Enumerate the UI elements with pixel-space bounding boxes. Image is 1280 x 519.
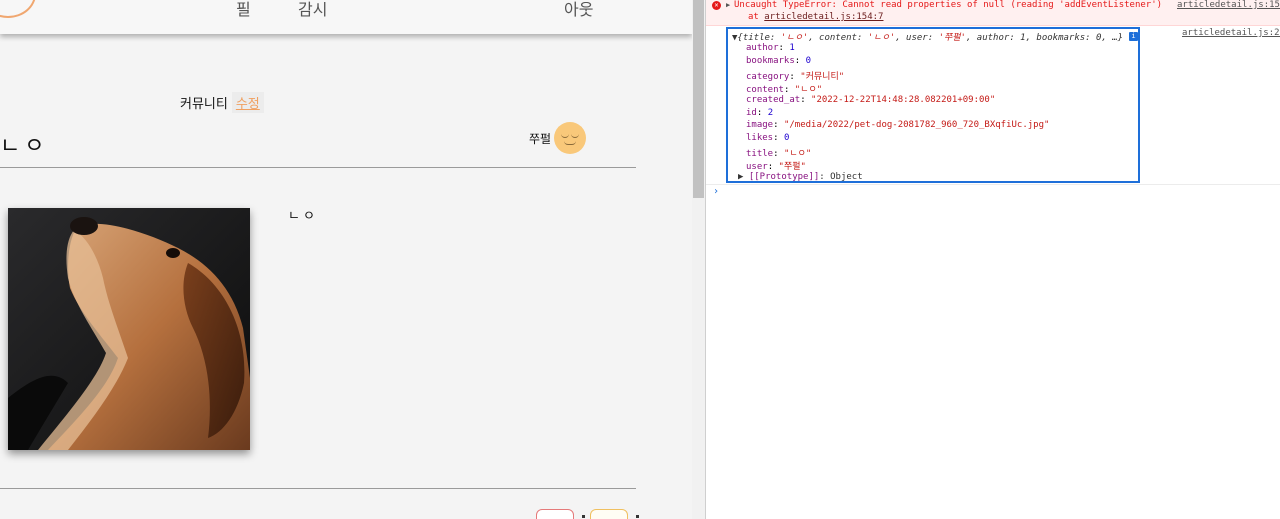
property-key: category [746,71,790,82]
avatar[interactable] [554,122,587,154]
navbar: 필 감시 아웃 [0,0,692,34]
property-value: 0 [783,133,790,144]
property-colon: : [789,71,801,82]
object-property-row: user: "쭈펄" [746,159,806,172]
property-colon: : [783,84,795,95]
dog-photo-illustration [8,208,250,450]
error-stack-link[interactable]: articledetail.js:154:7 [764,12,883,22]
property-colon: : [773,149,784,160]
property-colon: : [756,107,768,118]
prototype-key: [[Prototype]] [748,172,820,182]
object-property-row: content: "ㄴㅇ" [746,82,822,95]
object-property-row: image: "/media/2022/pet-dog-2081782_960_… [746,120,1049,130]
avatar-mouth [564,141,577,145]
property-key: created_at [746,94,801,105]
site-logo[interactable] [0,0,36,18]
scrollbar-thumb[interactable] [693,0,704,198]
article-content: ㄴㅇ [288,209,318,224]
summary-mid1: , content: [808,33,868,43]
property-key: bookmarks [746,55,795,66]
bookmark-button[interactable] [590,509,628,519]
object-summary[interactable]: ▼{title: 'ㄴㅇ', content: 'ㄴㅇ', user: '쭈펄'… [732,30,1123,43]
object-property-row: created_at: "2022-12-22T14:48:28.082201+… [746,95,995,105]
property-value: 0 [805,55,812,66]
nav-item-logout[interactable]: 아웃 [564,0,593,20]
avatar-eye-left [561,134,570,138]
error-icon: ✕ [712,1,721,10]
property-value: 2 [767,107,774,118]
article-image [8,208,250,450]
nav-item-2[interactable]: 감시 [298,0,327,20]
object-property-row: category: "커뮤니티" [746,69,844,82]
button-separator-dot [582,515,585,518]
edit-button[interactable]: 수정 [231,92,264,113]
nav-item-1[interactable]: 필 [236,0,251,20]
error-message: Uncaught TypeError: Cannot read properti… [734,0,1163,10]
page-viewport: 필 감시 아웃 커뮤니티 수정 ㄴㅇ 쭈펄 ㄴㅇ [0,0,692,519]
info-icon[interactable]: i [1129,32,1138,41]
property-key: content [746,84,784,95]
property-value: "/media/2022/pet-dog-2081782_960_720_BXq… [783,120,1050,131]
property-value: "ㄴㅇ" [783,149,812,160]
property-colon: : [794,55,806,66]
property-value: "커뮤니티" [800,71,845,82]
summary-tail: , author: 1, bookmarks: 0, …} [965,33,1124,43]
property-colon: : [767,162,779,173]
property-key: image [746,120,774,131]
divider-bottom [0,488,636,489]
property-key: id [746,107,757,118]
error-stack-line: at articledetail.js:154:7 [748,12,883,22]
like-button[interactable] [536,509,574,519]
property-value: "2022-12-22T14:48:28.082201+09:00" [811,94,996,105]
property-key: likes [746,133,774,144]
object-property-row: author: 1 [746,43,795,53]
summary-content: 'ㄴㅇ' [867,33,896,43]
property-colon: : [778,43,790,53]
collapsed-triangle-icon[interactable]: ▶ [738,172,749,182]
property-key: author [746,43,779,53]
author-info[interactable]: 쭈펄 [529,122,587,154]
summary-user: '쭈펄' [938,33,966,43]
button-separator-dot [636,515,639,518]
article-title: ㄴㅇ [0,134,49,159]
console-separator [706,184,1280,185]
console-error-row[interactable]: ✕ ▶ Uncaught TypeError: Cannot read prop… [706,0,1280,26]
property-value: "쭈펄" [778,162,806,173]
prototype-row[interactable]: ▶ [[Prototype]]: Object [738,172,863,182]
page-scrollbar[interactable] [692,0,705,519]
property-colon: : [773,133,784,144]
object-property-row: id: 2 [746,108,773,118]
author-name[interactable]: 쭈펄 [529,130,551,147]
avatar-eye-right [571,134,580,138]
object-property-row: title: "ㄴㅇ" [746,146,811,159]
property-key: title [746,149,774,160]
property-value: 1 [789,43,795,53]
divider-top [0,167,636,168]
property-key: user [746,162,768,173]
devtools-console: ✕ ▶ Uncaught TypeError: Cannot read prop… [705,0,1280,519]
error-stack-prefix: at [748,12,765,22]
error-source-link[interactable]: articledetail.js:154 [1177,0,1280,10]
console-object-log[interactable]: ▼{title: 'ㄴㅇ', content: 'ㄴㅇ', user: '쭈펄'… [726,27,1140,183]
expand-triangle-icon[interactable]: ▶ [726,1,730,9]
category-label: 커뮤니티 [180,97,228,112]
summary-title: 'ㄴㅇ' [780,33,809,43]
prototype-value: : Object [819,172,863,182]
object-property-row: likes: 0 [746,133,789,143]
property-value: "ㄴㅇ" [794,84,823,95]
category-row: 커뮤니티 수정 [180,92,264,113]
summary-prefix: {title: [737,33,781,43]
property-colon: : [773,120,784,131]
property-colon: : [800,94,812,105]
object-property-row: bookmarks: 0 [746,56,811,66]
summary-mid2: , user: [895,33,939,43]
log-source-link[interactable]: articledetail.js:22 [1182,28,1280,38]
console-prompt-icon[interactable]: › [713,186,719,197]
